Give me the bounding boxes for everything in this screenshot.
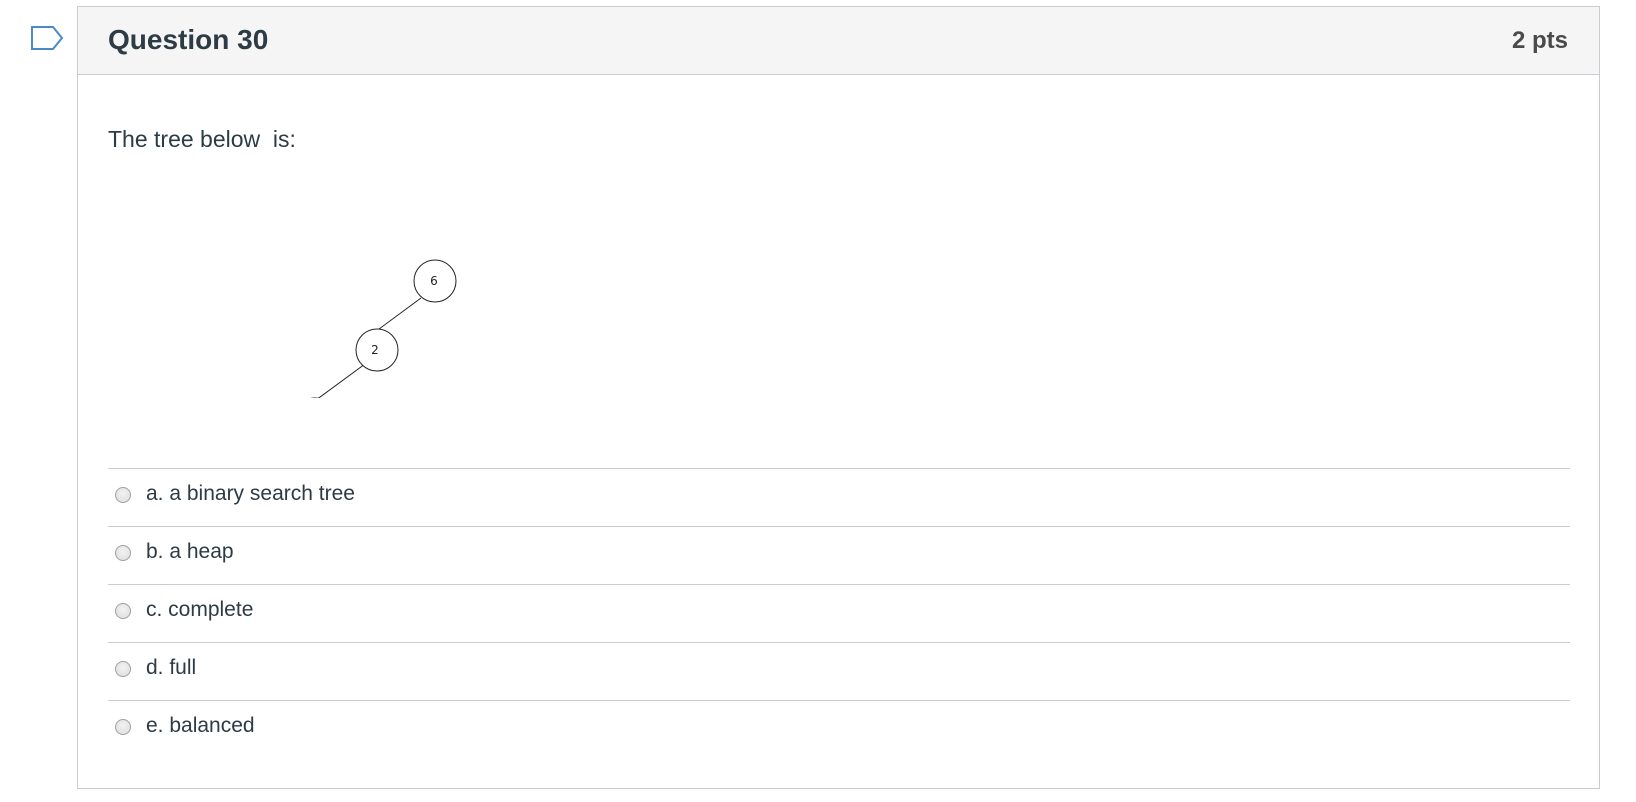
question-points: 2 pts (1511, 27, 1568, 54)
radio-button[interactable] (115, 545, 131, 561)
answer-label: b. a heap (146, 540, 234, 563)
tree-edge-2-1 (315, 363, 366, 401)
question-card: Question 30 2 pts The tree below is: 6 2… (77, 6, 1600, 789)
radio-button[interactable] (115, 661, 131, 677)
answer-option-a[interactable]: a. a binary search tree (108, 468, 1570, 526)
question-title: Question 30 (108, 24, 269, 55)
tree-diagram-image: 6 2 1 (185, 188, 485, 441)
tree-node-label: 6 (430, 274, 438, 288)
answer-label: d. full (146, 656, 197, 679)
answer-list: a. a binary search tree b. a heap c. com… (108, 468, 1570, 758)
answer-option-b[interactable]: b. a heap (108, 526, 1570, 584)
flag-question-icon[interactable] (31, 26, 65, 50)
question-prompt: The tree below is: (108, 126, 296, 152)
tree-node-label: 2 (371, 343, 379, 357)
answer-label: e. balanced (146, 714, 255, 737)
answer-label: a. a binary search tree (146, 482, 355, 505)
answer-option-d[interactable]: d. full (108, 642, 1570, 700)
answer-label: c. complete (146, 598, 254, 621)
tree-edge-6-2 (374, 297, 422, 333)
answer-option-e[interactable]: e. balanced (108, 700, 1570, 758)
question-header: Question 30 2 pts (78, 7, 1599, 75)
answer-option-c[interactable]: c. complete (108, 584, 1570, 642)
tree-node-2: 2 (355, 328, 399, 372)
tree-node-6: 6 (413, 259, 457, 303)
radio-button[interactable] (115, 603, 131, 619)
radio-button[interactable] (115, 719, 131, 735)
radio-button[interactable] (115, 487, 131, 503)
